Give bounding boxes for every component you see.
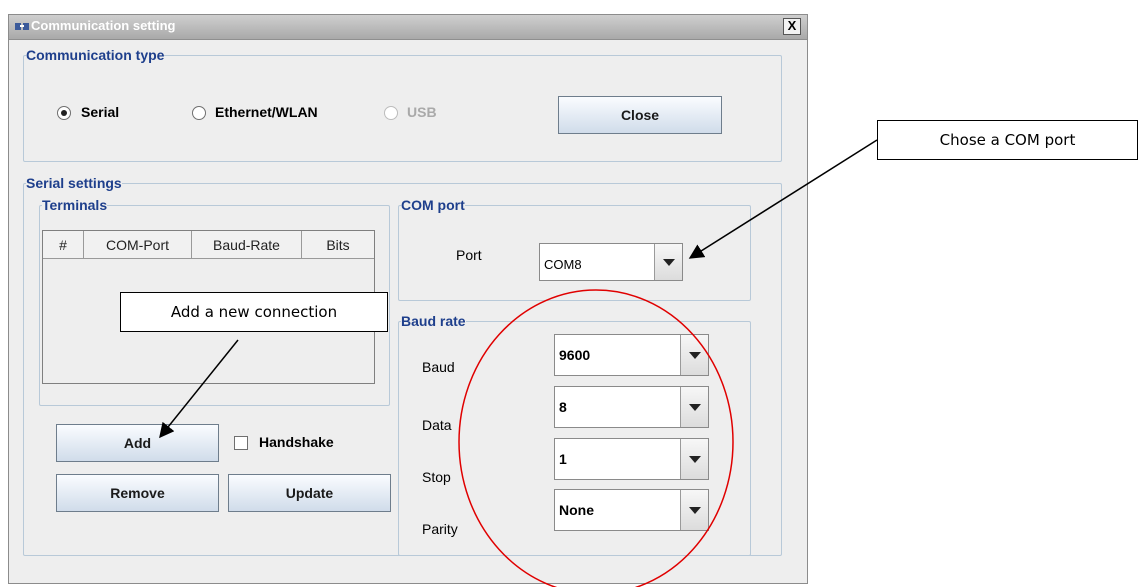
- add-arrow-upper: [159, 339, 239, 439]
- com-port-arrow: [688, 139, 878, 259]
- highlight-circle: [458, 289, 734, 587]
- com-port-callout: Chose a COM port: [877, 120, 1138, 160]
- add-connection-callout: Add a new connection: [120, 292, 388, 332]
